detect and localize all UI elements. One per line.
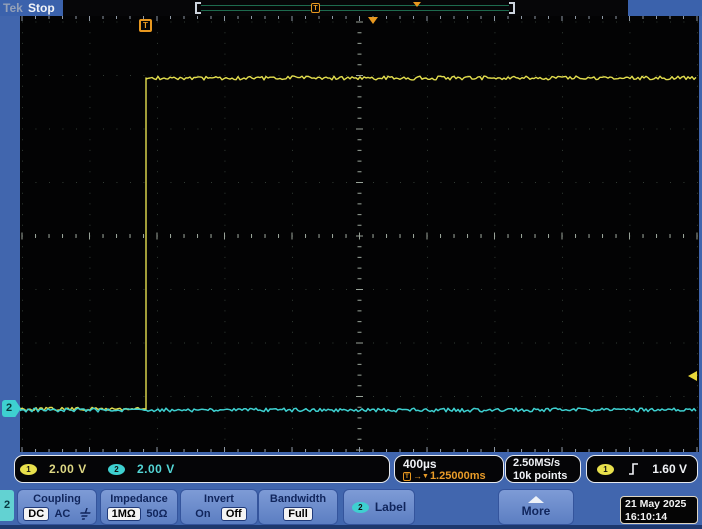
label-button-text: Label	[374, 500, 407, 514]
delay-trigger-t-icon: T	[403, 471, 411, 481]
impedance-50-option[interactable]: 50Ω	[142, 508, 171, 520]
impedance-button[interactable]: Impedance 1MΩ 50Ω	[100, 489, 178, 525]
ch1-scale: 2.00 V	[49, 462, 87, 476]
trigger-readout[interactable]: 1 1.60 V	[586, 455, 698, 483]
record-wave-preview-line	[201, 5, 509, 6]
record-view-strip: T	[63, 0, 628, 16]
ch2-readout[interactable]: 2 2.00 V	[108, 462, 196, 476]
record-expansion-triangle-icon	[413, 2, 421, 7]
waveform-display: T	[20, 16, 699, 452]
record-wave-preview-line	[201, 10, 509, 11]
invert-on-option[interactable]: On	[191, 508, 214, 520]
more-button-text: More	[521, 504, 551, 518]
label-button[interactable]: 2 Label	[343, 489, 415, 525]
invert-title: Invert	[204, 493, 234, 505]
date-text: 21 May 2025	[625, 498, 687, 510]
channel-readouts[interactable]: 1 2.00 V 2 2.00 V	[14, 455, 390, 483]
coupling-button[interactable]: Coupling DC AC	[17, 489, 97, 525]
oscilloscope-screen: Tek Stop T T 2 1 2.00 V 2 2.00 V 400µs T…	[0, 0, 702, 529]
ch2-badge: 2	[108, 463, 125, 475]
record-trigger-t-icon[interactable]: T	[311, 3, 320, 13]
bandwidth-button[interactable]: Bandwidth Full	[258, 489, 338, 525]
record-window-bar[interactable]: T	[195, 2, 515, 14]
timebase-value: 400µs	[403, 457, 437, 471]
window-bracket-right-icon	[509, 2, 515, 14]
graticule-and-traces	[20, 16, 698, 452]
trigger-position-t-icon[interactable]: T	[139, 19, 152, 32]
record-length: 10k points	[513, 470, 568, 482]
coupling-title: Coupling	[33, 493, 81, 505]
sample-rate: 2.50MS/s	[513, 457, 561, 469]
ch2-scale: 2.00 V	[137, 462, 175, 476]
trigger-level-arrow-icon[interactable]	[688, 371, 697, 381]
impedance-1m-option[interactable]: 1MΩ	[106, 507, 141, 521]
window-bracket-left-icon	[195, 2, 201, 14]
datetime-box: 21 May 2025 16:10:14	[620, 496, 698, 524]
horizontal-readout[interactable]: 400µs T → ▼ 1.25000ms	[394, 455, 504, 483]
bandwidth-full-option[interactable]: Full	[283, 507, 313, 521]
side-menu-bar: 2 Coupling DC AC Impedance 1MΩ 50Ω Inver…	[0, 487, 702, 529]
delay-arrow-icon: →	[413, 471, 422, 481]
coupling-ac-option[interactable]: AC	[50, 508, 74, 520]
readout-strip: 1 2.00 V 2 2.00 V 400µs T → ▼ 1.25000ms …	[0, 452, 702, 487]
tek-logo: Tek	[3, 1, 23, 15]
ch1-badge: 1	[20, 463, 37, 475]
invert-button[interactable]: Invert On Off	[180, 489, 258, 525]
more-caret-icon	[528, 496, 544, 503]
channel2-position-marker[interactable]: 2	[2, 400, 21, 417]
expansion-point-triangle-icon	[368, 17, 378, 24]
acquisition-status: Stop	[28, 1, 55, 15]
delay-readout: T → ▼ 1.25000ms	[403, 470, 503, 482]
impedance-title: Impedance	[110, 493, 168, 505]
top-status-bar: Tek Stop T	[0, 0, 702, 16]
trigger-source-badge: 1	[597, 463, 614, 475]
coupling-dc-option[interactable]: DC	[23, 507, 50, 521]
delay-triangle-icon: ▼	[422, 472, 429, 480]
acquisition-readout[interactable]: 2.50MS/s 10k points	[505, 455, 581, 483]
time-text: 16:10:14	[625, 511, 668, 523]
bandwidth-title: Bandwidth	[269, 493, 327, 505]
more-button[interactable]: More	[498, 489, 574, 525]
channel2-menu-tab: 2	[0, 490, 14, 521]
rising-edge-slope-icon	[628, 463, 638, 475]
label-channel-badge: 2	[351, 501, 369, 513]
delay-value: 1.25000ms	[429, 470, 486, 482]
ch1-readout[interactable]: 1 2.00 V	[20, 462, 108, 476]
ground-coupling-icon[interactable]	[76, 507, 91, 521]
invert-off-option[interactable]: Off	[220, 507, 247, 521]
trigger-level-value: 1.60 V	[652, 462, 687, 476]
